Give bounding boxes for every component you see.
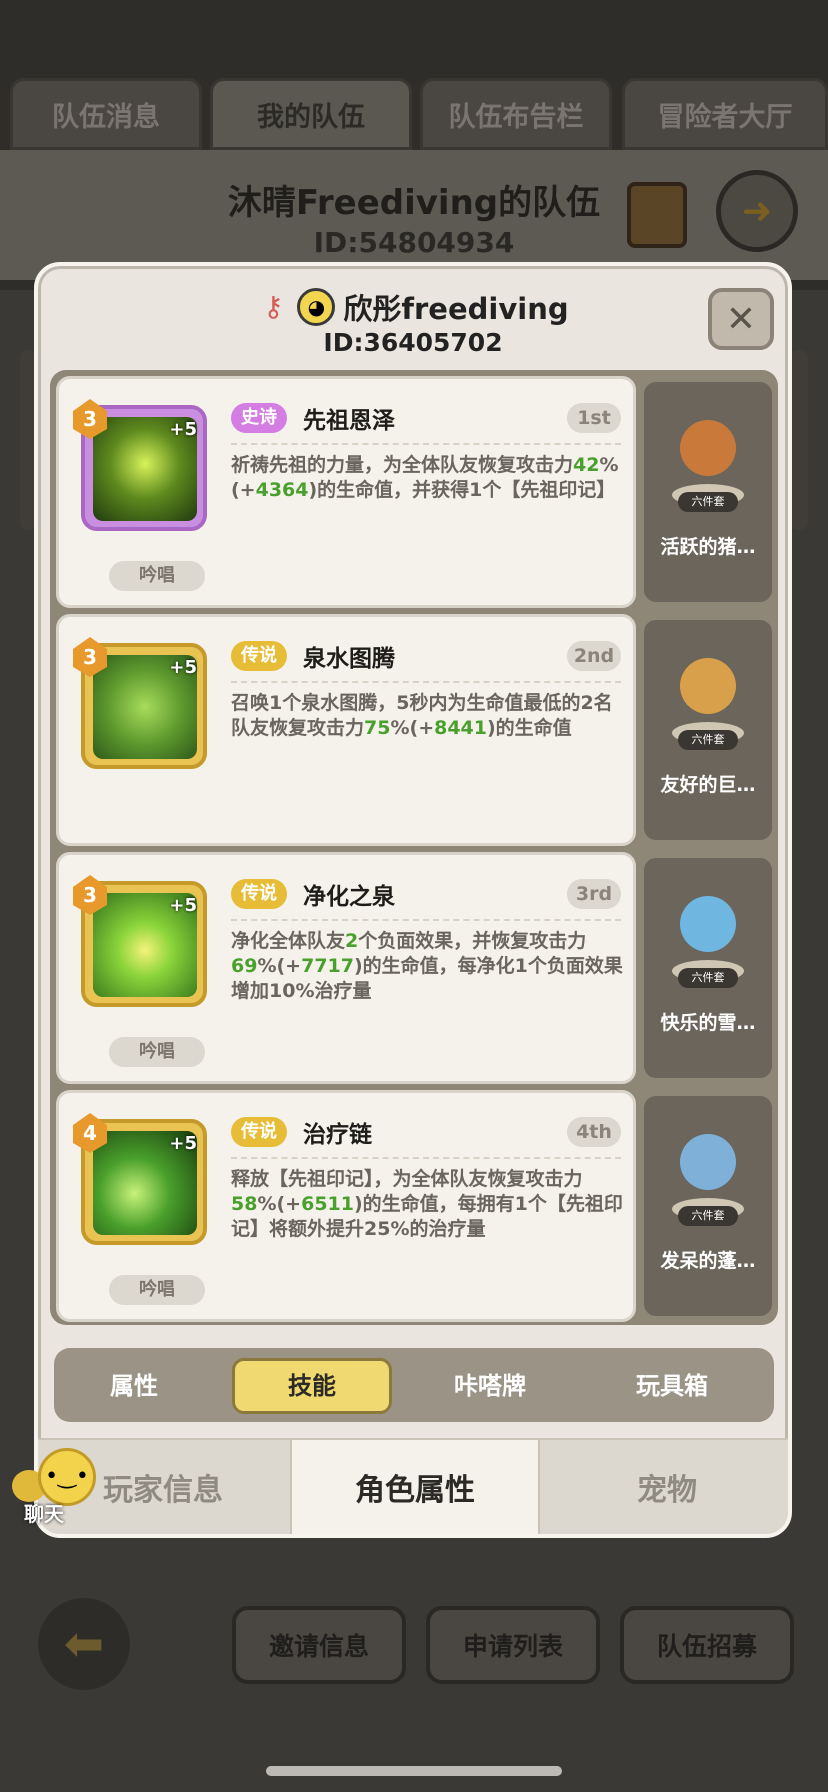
tab-katacards[interactable]: 咔嗒牌 <box>410 1358 570 1414</box>
team-tabs: 队伍消息 我的队伍 队伍布告栏 冒险者大厅 <box>10 78 828 150</box>
divider <box>231 681 621 683</box>
skill-list[interactable]: +5 3 吟唱 史诗 先祖恩泽 1st 祈祷先祖的力量，为全体队友恢复攻击力42… <box>50 370 778 1325</box>
rarity-badge: 传说 <box>231 641 287 671</box>
application-list-button[interactable]: 申请列表 <box>426 1606 600 1684</box>
tab-team-board[interactable]: 队伍布告栏 <box>420 78 612 150</box>
tab-adventurer-hall[interactable]: 冒险者大厅 <box>622 78 828 150</box>
pet-figure: 六件套 <box>666 646 750 756</box>
skill-description: 召唤1个泉水图腾，5秒内为生命值最低的2名队友恢复攻击力75%(+8441)的生… <box>231 692 613 739</box>
key-icon: ⚷ <box>263 290 284 323</box>
pet-figure: 六件套 <box>666 408 750 518</box>
player-avatar-icon: ◕ <box>297 288 336 326</box>
skill-card[interactable]: +5 4 吟唱 传说 治疗链 4th 释放【先祖印记】，为全体队友恢复攻击力58… <box>56 1090 636 1322</box>
rarity-badge: 传说 <box>231 879 287 909</box>
player-id: ID:36405702 <box>323 328 503 357</box>
background-list-edge <box>790 350 808 530</box>
skill-card[interactable]: +5 3 吟唱 史诗 先祖恩泽 1st 祈祷先祖的力量，为全体队友恢复攻击力42… <box>56 376 636 608</box>
chat-label: 聊天 <box>24 1502 64 1526</box>
tab-skills[interactable]: 技能 <box>232 1358 392 1414</box>
pet-set-tag: 六件套 <box>678 968 738 988</box>
pet-name: 友好的巨… <box>660 774 756 796</box>
close-button[interactable]: ✕ <box>708 288 774 350</box>
modal-header: ⚷ ◕ 欣彤freediving ID:36405702 ✕ <box>38 266 788 366</box>
tab-attributes[interactable]: 属性 <box>54 1358 214 1414</box>
tab-team-messages[interactable]: 队伍消息 <box>10 78 202 150</box>
skill-card[interactable]: +5 3 传说 泉水图腾 2nd 召唤1个泉水图腾，5秒内为生命值最低的2名队友… <box>56 614 636 846</box>
skill-description: 祈祷先祖的力量，为全体队友恢复攻击力42%(+4364)的生命值，并获得1个【先… <box>231 454 619 501</box>
team-id: ID:54804934 <box>313 226 515 259</box>
pet-set-tag: 六件套 <box>678 1206 738 1226</box>
detail-sub-tabs: 属性 技能 咔嗒牌 玩具箱 <box>54 1348 774 1422</box>
pet-card[interactable]: 六件套 发呆的蓬… <box>644 1096 772 1316</box>
pet-name: 活跃的猪… <box>660 536 756 558</box>
pet-name: 发呆的蓬… <box>660 1250 756 1272</box>
skill-plus-level: +5 <box>169 1133 197 1154</box>
player-detail-modal: ⚷ ◕ 欣彤freediving ID:36405702 ✕ +5 3 吟唱 史… <box>34 262 792 1538</box>
divider <box>231 1157 621 1159</box>
divider <box>231 443 621 445</box>
tab-character-attributes[interactable]: 角色属性 <box>290 1440 540 1534</box>
team-recruit-button[interactable]: 队伍招募 <box>620 1606 794 1684</box>
pet-name: 快乐的雪… <box>660 1012 756 1034</box>
home-indicator <box>266 1766 562 1776</box>
pet-figure: 六件套 <box>666 884 750 994</box>
skill-description: 净化全体队友2个负面效果，并恢复攻击力69%(+7717)的生命值，每净化1个负… <box>231 930 623 1002</box>
back-arrow-icon[interactable]: ⬅ <box>38 1598 130 1690</box>
team-name: 沐晴Freediving的队伍 <box>227 183 601 223</box>
pet-set-tag: 六件套 <box>678 730 738 750</box>
pet-set-tag: 六件套 <box>678 492 738 512</box>
skill-name: 净化之泉 <box>303 884 395 910</box>
exit-team-button[interactable]: ➜ <box>716 170 798 252</box>
skill-rank: 1st <box>567 403 621 433</box>
skill-plus-level: +5 <box>169 895 197 916</box>
pet-figure: 六件套 <box>666 1122 750 1232</box>
chat-button[interactable]: •‿• 聊天 <box>12 1448 100 1526</box>
skill-rank: 4th <box>567 1117 621 1147</box>
skill-name: 先祖恩泽 <box>303 408 395 434</box>
skill-rank: 3rd <box>567 879 621 909</box>
chant-tag: 吟唱 <box>109 1275 205 1305</box>
divider <box>231 919 621 921</box>
tab-toybox[interactable]: 玩具箱 <box>592 1358 752 1414</box>
pet-card[interactable]: 六件套 快乐的雪… <box>644 858 772 1078</box>
chant-tag: 吟唱 <box>109 561 205 591</box>
skill-name: 泉水图腾 <box>303 646 395 672</box>
skill-rank: 2nd <box>567 641 621 671</box>
skill-description: 释放【先祖印记】，为全体队友恢复攻击力58%(+6511)的生命值，每拥有1个【… <box>231 1168 623 1240</box>
pet-card[interactable]: 六件套 友好的巨… <box>644 620 772 840</box>
skill-name: 治疗链 <box>303 1122 372 1148</box>
chant-tag: 吟唱 <box>109 1037 205 1067</box>
bottom-tabs: 玩家信息 角色属性 宠物 <box>38 1438 788 1534</box>
scroll-icon[interactable] <box>627 182 687 248</box>
rarity-badge: 传说 <box>231 1117 287 1147</box>
skill-card[interactable]: +5 3 吟唱 传说 净化之泉 3rd 净化全体队友2个负面效果，并恢复攻击力6… <box>56 852 636 1084</box>
player-name: 欣彤freediving <box>343 292 569 326</box>
pet-card[interactable]: 六件套 活跃的猪… <box>644 382 772 602</box>
rarity-badge: 史诗 <box>231 403 287 433</box>
tab-my-team[interactable]: 我的队伍 <box>210 78 412 150</box>
tab-pets[interactable]: 宠物 <box>542 1440 788 1534</box>
skill-plus-level: +5 <box>169 419 197 440</box>
skill-plus-level: +5 <box>169 657 197 678</box>
invite-info-button[interactable]: 邀请信息 <box>232 1606 406 1684</box>
